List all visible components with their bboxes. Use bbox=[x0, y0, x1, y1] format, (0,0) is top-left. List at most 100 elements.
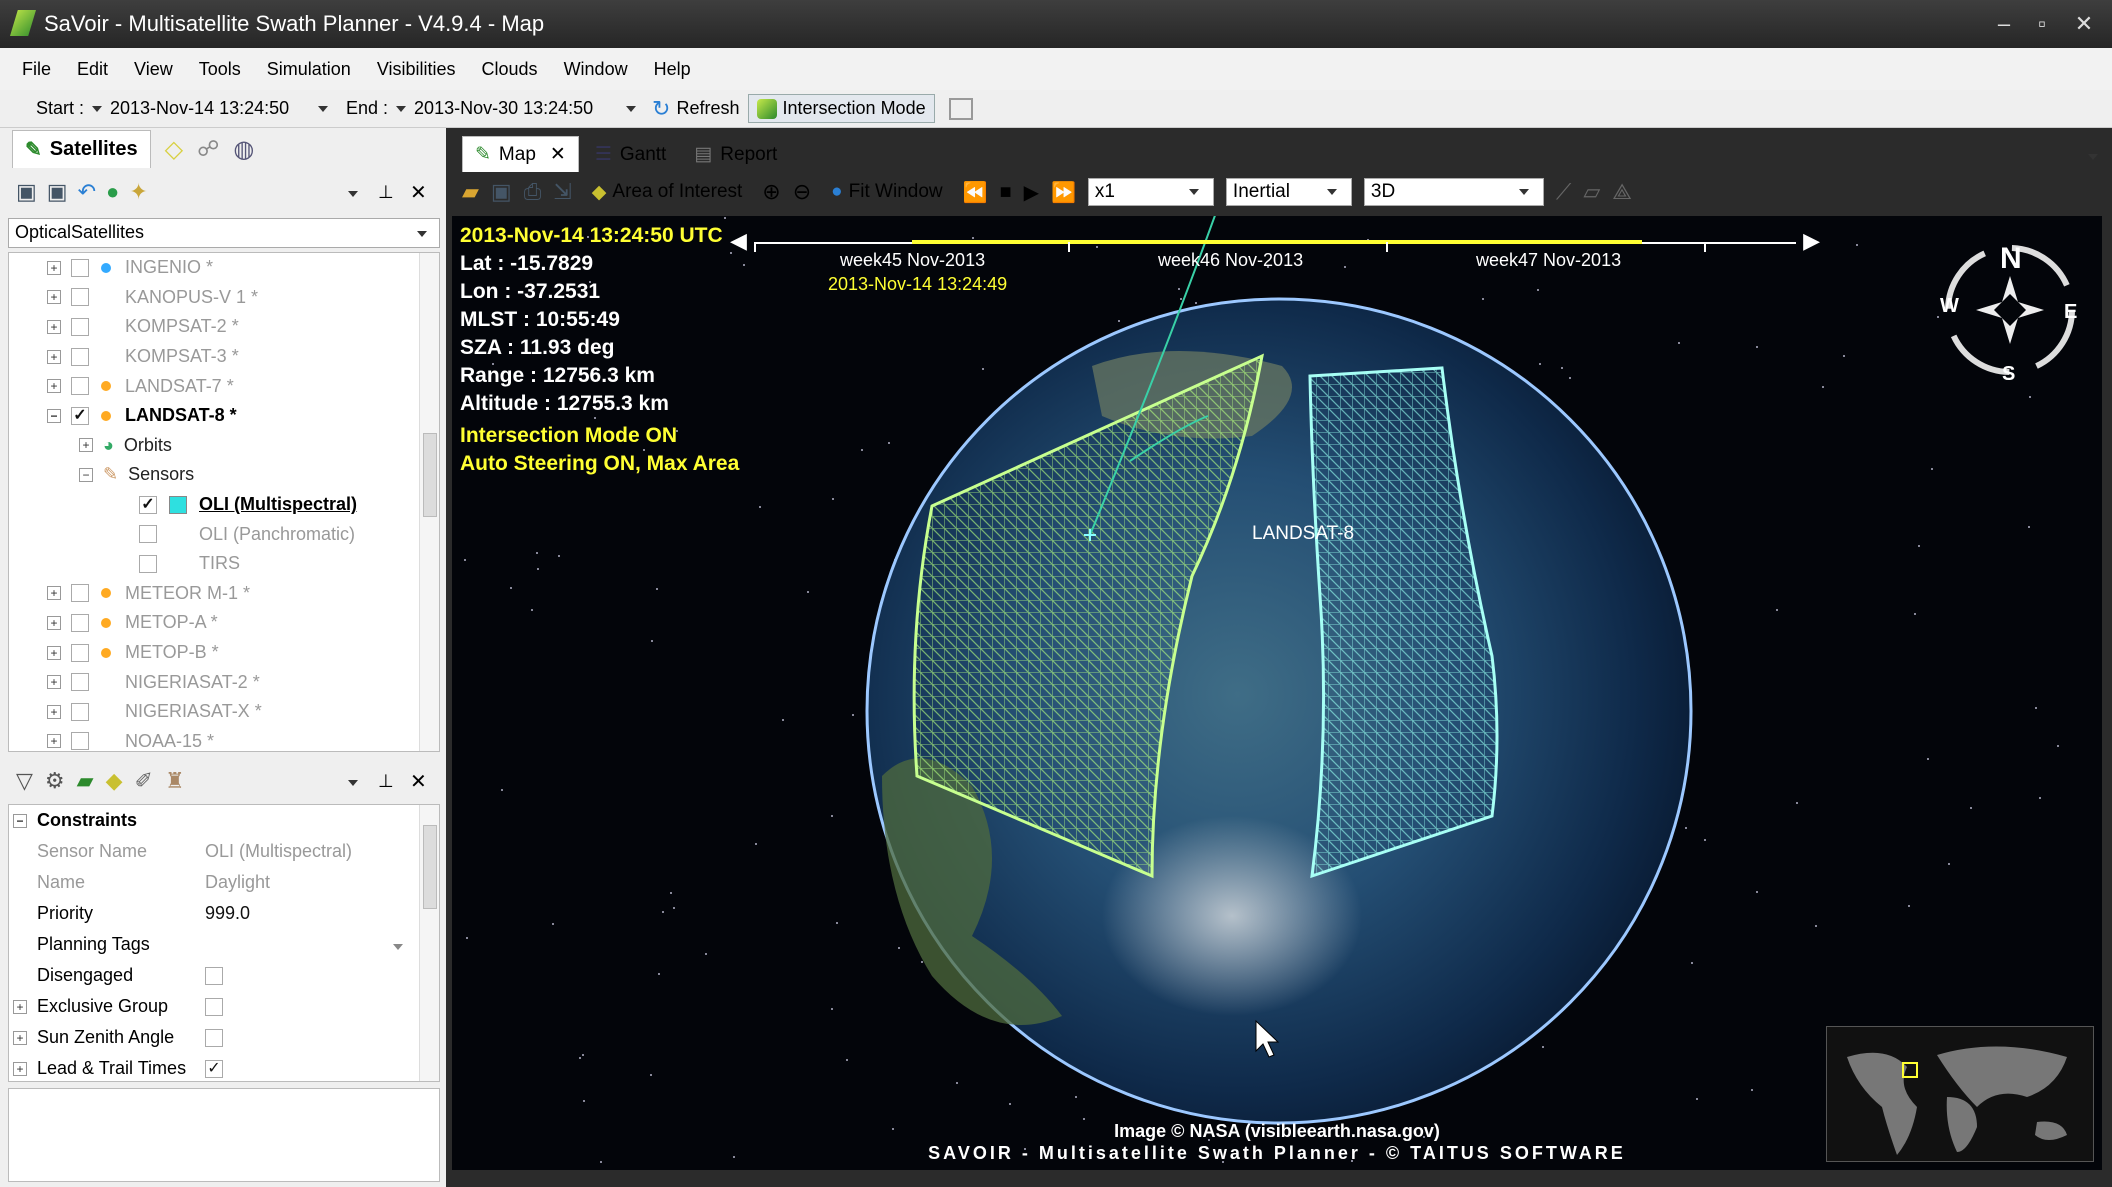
brush-icon[interactable]: ✐ bbox=[135, 768, 153, 794]
timeline-next-icon[interactable]: ▶ bbox=[1803, 228, 1820, 254]
tabs-menu-icon[interactable] bbox=[2080, 144, 2106, 166]
fast-forward-icon[interactable]: ⏩ bbox=[1051, 180, 1076, 205]
checkbox-checked[interactable]: ✓ bbox=[71, 406, 89, 425]
checkbox[interactable] bbox=[71, 288, 89, 307]
checkbox[interactable] bbox=[71, 643, 89, 662]
checkbox[interactable] bbox=[71, 673, 89, 692]
tree-item-oli-multispectral[interactable]: ✓ OLI (Multispectral) bbox=[9, 490, 439, 520]
draw-tool-icon[interactable]: ⟋ bbox=[1556, 179, 1571, 205]
checkbox[interactable] bbox=[71, 613, 89, 632]
prop-row-exclusive-group[interactable]: + Exclusive Group bbox=[9, 991, 439, 1022]
panel-menu-icon[interactable] bbox=[340, 181, 366, 203]
menu-clouds[interactable]: Clouds bbox=[482, 59, 538, 80]
close-tab-icon[interactable]: ✕ bbox=[550, 143, 566, 166]
zoom-out-icon[interactable]: ⊖ bbox=[793, 179, 811, 205]
prop-row-lead-trail[interactable]: + Lead & Trail Times ✓ bbox=[9, 1053, 439, 1081]
frame-select[interactable]: Inertial bbox=[1225, 178, 1352, 206]
map-viewport[interactable]: LANDSAT-8 N S E W 2013-Nov-14 13:24:50 U… bbox=[452, 216, 2102, 1170]
tree-item-nigeriasat2[interactable]: + NIGERIASAT-2 * bbox=[9, 667, 439, 697]
expand-icon[interactable]: + bbox=[47, 586, 61, 601]
filter-icon[interactable]: ▽ bbox=[16, 768, 33, 794]
stop-icon[interactable]: ■ bbox=[1000, 181, 1012, 204]
end-time-field[interactable]: 2013-Nov-30 13:24:50 bbox=[414, 98, 644, 119]
checkbox[interactable] bbox=[139, 554, 157, 573]
timeline-prev-icon[interactable]: ◀ bbox=[730, 228, 747, 254]
play-icon[interactable]: ▶ bbox=[1024, 180, 1039, 205]
close-window-button[interactable]: ✕ bbox=[2066, 6, 2102, 42]
properties-scrollbar[interactable] bbox=[419, 805, 439, 1081]
refresh-button[interactable]: ↻ Refresh bbox=[644, 93, 747, 125]
checkbox[interactable] bbox=[71, 702, 89, 721]
panel-menu-icon[interactable] bbox=[340, 770, 366, 792]
start-label[interactable]: Start : bbox=[36, 98, 110, 119]
wand-icon[interactable]: ✦ bbox=[129, 179, 147, 205]
menu-help[interactable]: Help bbox=[654, 59, 691, 80]
maximize-button[interactable]: ▫ bbox=[2024, 6, 2060, 42]
compass-icon[interactable]: N S E W bbox=[1940, 242, 2077, 385]
target-icon[interactable]: ◆ bbox=[106, 768, 123, 794]
checkbox[interactable] bbox=[139, 525, 157, 544]
timeline[interactable]: ◀ ▶ week45 Nov-2013 week46 Nov-2013 week… bbox=[730, 226, 1820, 294]
checkbox[interactable] bbox=[205, 1028, 223, 1047]
trash-icon[interactable]: ♜ bbox=[165, 768, 185, 794]
checkbox[interactable] bbox=[71, 347, 89, 366]
scrollbar-thumb[interactable] bbox=[423, 825, 437, 909]
expand-icon[interactable]: + bbox=[47, 349, 61, 364]
tree-item-noaa15[interactable]: + NOAA-15 * bbox=[9, 727, 439, 752]
tab-satellites[interactable]: ✎ Satellites bbox=[12, 130, 151, 168]
draw-rect-icon[interactable]: ▱ bbox=[1583, 179, 1600, 205]
menu-visibilities[interactable]: Visibilities bbox=[377, 59, 456, 80]
expand-icon[interactable]: + bbox=[47, 734, 61, 749]
expand-icon[interactable]: + bbox=[47, 675, 61, 690]
tree-item-nigeriasatx[interactable]: + NIGERIASAT-X * bbox=[9, 697, 439, 727]
tab-map[interactable]: ✎ Map ✕ bbox=[462, 136, 579, 172]
tree-item-kompsat2[interactable]: + KOMPSAT-2 * bbox=[9, 312, 439, 342]
expand-icon[interactable]: + bbox=[47, 290, 61, 305]
tree-item-orbits[interactable]: + ◕ Orbits bbox=[9, 431, 439, 461]
collapse-icon[interactable]: − bbox=[79, 467, 93, 482]
menu-window[interactable]: Window bbox=[564, 59, 628, 80]
expand-icon[interactable]: + bbox=[47, 645, 61, 660]
menu-edit[interactable]: Edit bbox=[77, 59, 108, 80]
checkbox-checked[interactable]: ✓ bbox=[139, 495, 157, 514]
checkbox[interactable] bbox=[71, 258, 89, 277]
earth-icon[interactable]: ● bbox=[106, 179, 119, 205]
tree-item-metop-b[interactable]: + METOP-B * bbox=[9, 638, 439, 668]
satellite-group-select[interactable]: OpticalSatellites bbox=[8, 218, 440, 248]
print-icon[interactable]: ⎙ bbox=[524, 179, 542, 205]
tree-item-oli-panchromatic[interactable]: OLI (Panchromatic) bbox=[9, 519, 439, 549]
tab-globe-icon[interactable]: ◍ bbox=[233, 135, 254, 164]
tree-item-metop-a[interactable]: + METOP-A * bbox=[9, 608, 439, 638]
prop-row-sensor-name[interactable]: Sensor Name OLI (Multispectral) bbox=[9, 836, 439, 867]
export-icon[interactable]: ⇲ bbox=[553, 179, 571, 205]
dropdown-arrow-icon[interactable] bbox=[385, 934, 411, 955]
tab-stations-icon[interactable]: ☍ bbox=[197, 136, 219, 162]
zoom-in-icon[interactable]: ⊕ bbox=[762, 179, 780, 205]
tree-item-tirs[interactable]: TIRS bbox=[9, 549, 439, 579]
collapse-icon[interactable]: − bbox=[13, 813, 27, 828]
collapse-icon[interactable]: − bbox=[47, 408, 61, 423]
expand-icon[interactable]: + bbox=[79, 438, 93, 453]
save-icon[interactable]: ▣ bbox=[491, 179, 512, 205]
end-label[interactable]: End : bbox=[346, 98, 414, 119]
prop-row-priority[interactable]: Priority 999.0 bbox=[9, 898, 439, 929]
layout-toggle-icon[interactable] bbox=[948, 97, 973, 120]
checkbox[interactable] bbox=[71, 377, 89, 396]
panel-close-icon[interactable]: ✕ bbox=[410, 180, 427, 205]
open-folder-icon[interactable]: ▰ bbox=[462, 179, 479, 205]
scrollbar-thumb[interactable] bbox=[423, 433, 437, 517]
draw-poly-icon[interactable]: ⟁ bbox=[1612, 179, 1632, 205]
pin-icon[interactable]: ⊥ bbox=[378, 771, 394, 792]
tree-scrollbar[interactable] bbox=[419, 253, 439, 751]
expand-icon[interactable]: + bbox=[13, 1061, 27, 1076]
checkbox[interactable] bbox=[71, 732, 89, 751]
menu-simulation[interactable]: Simulation bbox=[267, 59, 351, 80]
save-as-icon[interactable]: ▣ bbox=[47, 179, 68, 205]
tree-item-ingenio[interactable]: + INGENIO * bbox=[9, 253, 439, 283]
expand-icon[interactable]: + bbox=[47, 260, 61, 275]
expand-icon[interactable]: + bbox=[47, 704, 61, 719]
checkbox-checked[interactable]: ✓ bbox=[205, 1059, 223, 1078]
section-constraints[interactable]: − Constraints bbox=[9, 805, 439, 836]
tab-report[interactable]: ▤ Report bbox=[682, 137, 789, 172]
settings-icon[interactable]: ⚙ bbox=[45, 768, 65, 794]
